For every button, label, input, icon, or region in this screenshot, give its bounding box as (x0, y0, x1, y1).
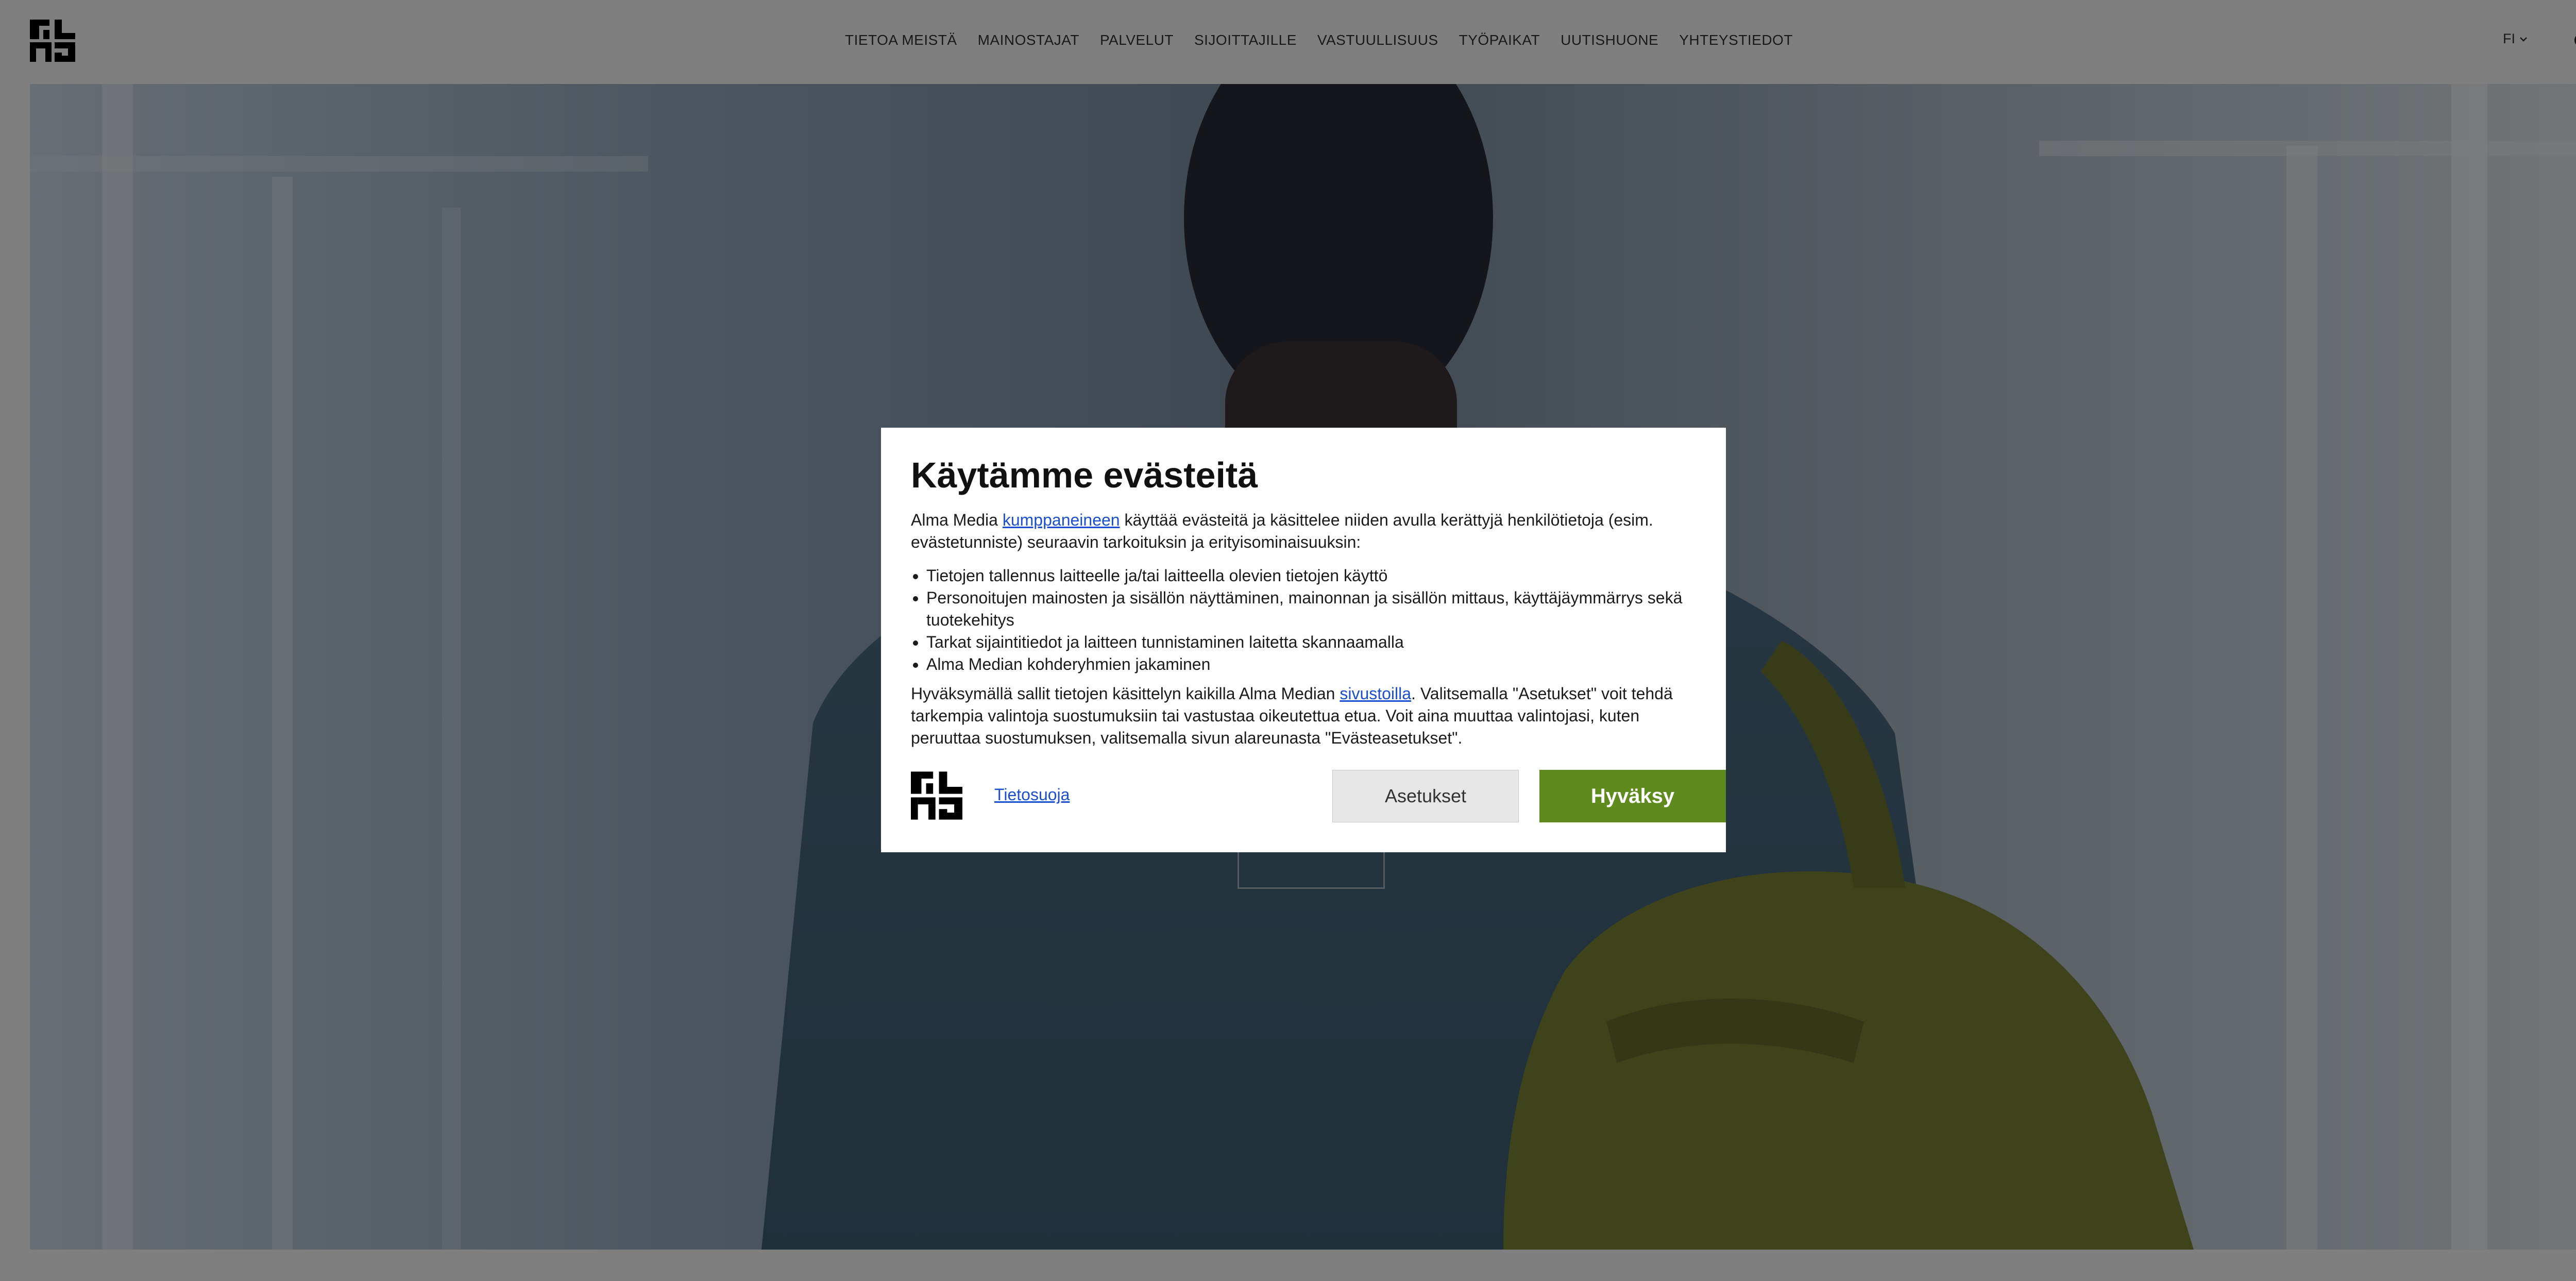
cookie-purposes-list: Tietojen tallennus laitteelle ja/tai lai… (911, 565, 1696, 676)
partners-link[interactable]: kumppaneineen (1003, 511, 1120, 529)
cookie-dialog-footer: Tietosuoja Asetukset Hyväksy (911, 770, 1726, 822)
cookie-consent-text: Hyväksymällä sallit tietojen käsittelyn … (911, 683, 1696, 749)
cookie-consent-before: Hyväksymällä sallit tietojen käsittelyn … (911, 684, 1340, 703)
alma-logo (911, 771, 962, 820)
cookie-purpose-item: Alma Median kohderyhmien jakaminen (926, 653, 1696, 676)
settings-button[interactable]: Asetukset (1332, 770, 1519, 822)
cookie-intro-text: Alma Media kumppaneineen käyttää evästei… (911, 509, 1696, 553)
cookie-purpose-item: Personoitujen mainosten ja sisällön näyt… (926, 587, 1696, 631)
cookie-purpose-item: Tarkat sijaintitiedot ja laitteen tunnis… (926, 631, 1696, 653)
cookie-purpose-item: Tietojen tallennus laitteelle ja/tai lai… (926, 565, 1696, 587)
sites-link[interactable]: sivustoilla (1340, 684, 1411, 703)
cookie-dialog-title: Käytämme evästeitä (911, 455, 1258, 495)
privacy-link[interactable]: Tietosuoja (994, 785, 1070, 804)
cookie-intro-before: Alma Media (911, 511, 1003, 529)
cookie-consent-dialog: Käytämme evästeitä Alma Media kumppanein… (881, 428, 1726, 852)
accept-button[interactable]: Hyväksy (1539, 770, 1726, 822)
